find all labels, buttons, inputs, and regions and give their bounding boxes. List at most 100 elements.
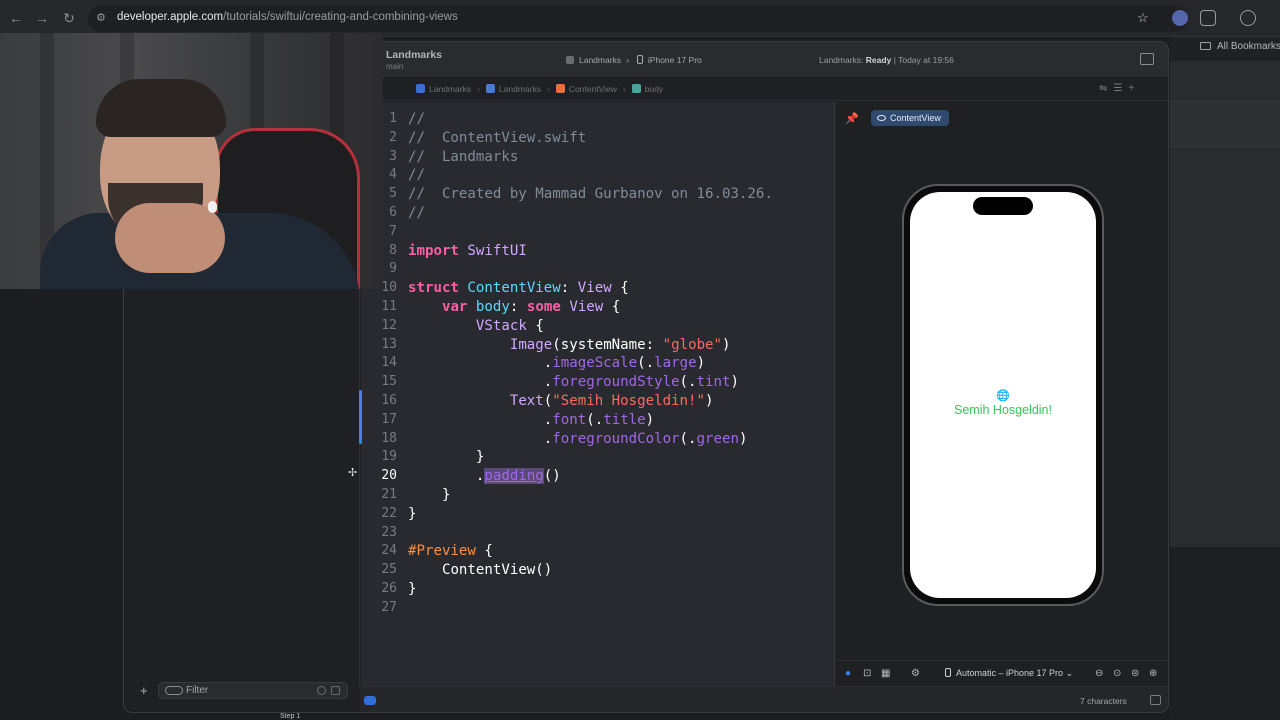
project-name[interactable]: Landmarks	[386, 49, 442, 61]
breadcrumb-item[interactable]: body	[645, 84, 663, 94]
code-line[interactable]: 14 .imageScale(.large)	[361, 354, 834, 373]
add-icon[interactable]: +	[140, 683, 148, 698]
code-line[interactable]: 23	[361, 524, 834, 543]
code-line[interactable]: 11 var body: some View {	[361, 298, 834, 317]
code-line[interactable]: 13 Image(systemName: "globe")	[361, 336, 834, 355]
editor-options[interactable]: ⇋☰+	[1099, 83, 1140, 94]
line-number: 13	[381, 336, 397, 352]
device-selector[interactable]: Automatic – iPhone 17 Pro ⌄	[945, 668, 1073, 679]
code-line[interactable]: 7	[361, 223, 834, 242]
breadcrumb-item[interactable]: Landmarks	[499, 84, 541, 94]
breadcrumb-item[interactable]: Landmarks	[429, 84, 471, 94]
inspector-toggle-icon[interactable]	[1140, 53, 1154, 65]
device-settings-icon[interactable]: ⚙	[911, 668, 920, 679]
source-control-filter-icon[interactable]	[331, 686, 340, 695]
code-text: ContentView()	[441, 562, 553, 579]
code-line[interactable]: 26}	[361, 580, 834, 599]
code-line[interactable]: 25 ContentView()	[361, 561, 834, 580]
filter-options-icon[interactable]	[165, 686, 183, 695]
code-text: .imageScale(.large)	[543, 355, 706, 372]
code-line[interactable]: 16 Text("Semih Hosgeldin!")	[361, 392, 834, 411]
variants-icon[interactable]: ▦	[881, 668, 890, 679]
dynamic-island	[973, 197, 1033, 215]
code-text: struct ContentView: View {	[408, 280, 629, 297]
code-line[interactable]: 24 #Preview {	[361, 542, 834, 561]
debug-area-toggle-icon[interactable]	[364, 696, 376, 705]
device-screen[interactable]: 🌐 Semih Hosgeldin!	[910, 192, 1096, 598]
preview-tab[interactable]: ContentView	[871, 110, 949, 126]
forward-arrow-icon[interactable]: →	[33, 9, 51, 27]
add-editor-icon[interactable]: +	[1128, 83, 1140, 94]
code-text: .font(.title)	[543, 411, 655, 428]
breadcrumb-item[interactable]: ContentView	[569, 84, 617, 94]
recent-files-icon[interactable]	[317, 686, 326, 695]
webpage-card	[1170, 100, 1280, 148]
phone-icon	[636, 55, 643, 64]
code-line[interactable]: 18 .foregroundColor(.green)	[361, 430, 834, 449]
code-text: var body: some View {	[441, 299, 621, 315]
earbud	[208, 201, 217, 213]
code-text: // Landmarks	[408, 148, 519, 165]
extensions-icon[interactable]	[1200, 10, 1216, 26]
code-editor[interactable]: 1//2// ContentView.swift 3// Landmarks 4//…	[361, 102, 834, 686]
code-line[interactable]: 17 .font(.title)	[361, 411, 834, 430]
pin-icon[interactable]: 📌	[845, 112, 859, 125]
bookmark-star-icon[interactable]: ☆	[1137, 10, 1149, 26]
code-line[interactable]: 15 .foregroundStyle(.tint)	[361, 373, 834, 392]
address-bar[interactable]: ⚙ developer.apple.com/tutorials/swiftui/…	[88, 6, 1188, 32]
code-line[interactable]: 19 }	[361, 448, 834, 467]
breadcrumb[interactable]: Landmarks › Landmarks › ContentView › body	[416, 84, 663, 94]
code-line[interactable]: 22}	[361, 505, 834, 524]
code-line[interactable]: 12 VStack {	[361, 317, 834, 336]
code-line[interactable]: 5// Created by Mammad Gurbanov on 16.03.…	[361, 185, 834, 204]
code-line[interactable]: 10 struct ContentView: View {	[361, 279, 834, 298]
line-number: 25	[381, 562, 397, 578]
line-number: 18	[381, 430, 397, 446]
zoom-in-icon[interactable]: ⊕	[1149, 668, 1157, 679]
reload-icon[interactable]: ↻	[60, 9, 78, 27]
line-number: 23	[381, 524, 397, 540]
panel-toggle-icon[interactable]	[1150, 695, 1161, 705]
webpage-step-label: Step 1	[280, 713, 301, 720]
selectable-icon[interactable]: ⊡	[863, 668, 871, 679]
chevron-right-icon: ›	[626, 55, 629, 65]
code-line[interactable]: 1//	[361, 110, 834, 129]
code-line[interactable]: 21 }	[361, 486, 834, 505]
iphone-device-frame: 🌐 Semih Hosgeldin!	[902, 184, 1104, 606]
live-preview-icon[interactable]: ●	[845, 668, 851, 679]
site-settings-icon[interactable]: ⚙	[96, 11, 110, 25]
code-line[interactable]: 27	[361, 599, 834, 618]
app-icon	[566, 56, 574, 64]
zoom-fit-icon[interactable]: ⊙	[1113, 668, 1121, 679]
editor-menu-icon[interactable]: ☰	[1113, 83, 1128, 94]
back-arrow-icon[interactable]: ←	[7, 9, 25, 27]
code-line[interactable]: 2// ContentView.swift	[361, 129, 834, 148]
phone-icon	[945, 668, 951, 677]
preview-canvas: 📌 ContentView 🌐 Semih Hosgeldin! ● ⊡ ▦ ⚙…	[834, 102, 1168, 686]
filter-input[interactable]: Filter	[158, 682, 348, 699]
code-line[interactable]: 4//	[361, 166, 834, 185]
code-line[interactable]: 6//	[361, 204, 834, 223]
person-hand	[115, 203, 225, 273]
code-line[interactable]: 20 .padding()	[361, 467, 834, 486]
zoom-100-icon[interactable]: ⊜	[1131, 668, 1139, 679]
code-line[interactable]: 3// Landmarks	[361, 148, 834, 167]
navigator-filter-bar: + Filter	[124, 678, 360, 704]
menu-icon[interactable]	[1240, 10, 1256, 26]
code-text: //	[408, 111, 425, 127]
line-number: 15	[381, 374, 397, 390]
line-number: 12	[381, 317, 397, 333]
preview-text: Semih Hosgeldin!	[954, 403, 1052, 417]
all-bookmarks-link[interactable]: All Bookmarks	[1200, 41, 1280, 52]
profile-avatar-icon[interactable]	[1172, 10, 1188, 26]
code-text: //	[408, 205, 425, 221]
code-text: .padding()	[475, 468, 561, 485]
code-line[interactable]: 8 import SwiftUI	[361, 242, 834, 261]
scheme-selector[interactable]: Landmarks › iPhone 17 Pro	[566, 55, 702, 65]
code-text: // Created by Mammad Gurbanov on 16.03.2…	[408, 186, 773, 203]
line-number: 27	[381, 599, 397, 615]
zoom-out-icon[interactable]: ⊖	[1095, 668, 1103, 679]
code-text: Image(systemName: "globe")	[509, 336, 731, 353]
related-items-icon[interactable]: ⇋	[1099, 83, 1113, 94]
code-line[interactable]: 9	[361, 260, 834, 279]
